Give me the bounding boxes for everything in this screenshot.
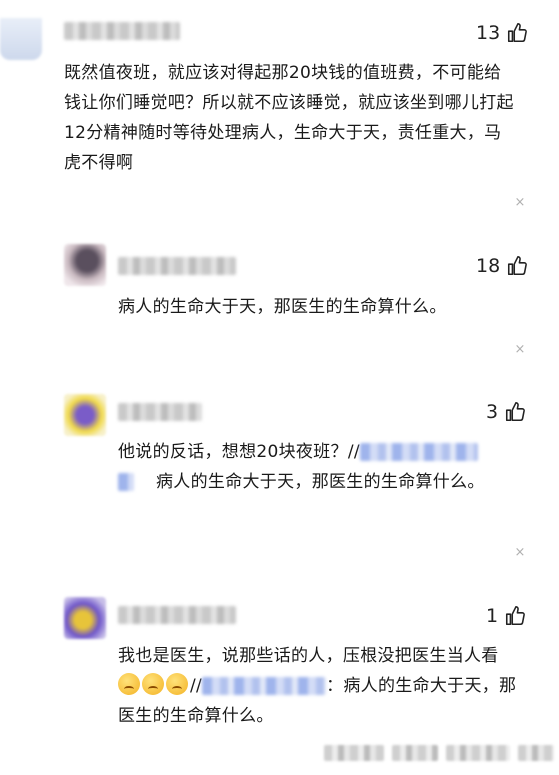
- comment-text-main: 我也是医生，说那些话的人，压根没把医生当人看: [118, 646, 499, 666]
- username-redacted[interactable]: [118, 403, 202, 421]
- thumbs-up-icon: [508, 23, 528, 43]
- pleading-face-emoji: [118, 673, 140, 695]
- comment-text: 既然值夜班，就应该对得起那20块钱的值班费，不可能给钱让你们睡觉吧？所以就不应该…: [64, 63, 514, 173]
- like-button[interactable]: 18: [476, 253, 528, 279]
- close-icon[interactable]: ×: [513, 545, 527, 560]
- redacted-block: [446, 745, 510, 761]
- pleading-face-emoji: [166, 673, 188, 695]
- mention-separator: //: [190, 676, 203, 696]
- like-button[interactable]: 1: [486, 603, 526, 629]
- mention-redacted[interactable]: [118, 473, 134, 491]
- redacted-block: [324, 745, 384, 761]
- mention-redacted[interactable]: [359, 443, 478, 461]
- like-button[interactable]: 13: [476, 20, 528, 46]
- comment-text: 我也是医生，说那些话的人，压根没把医生当人看//：病人的生命大于天，那医生的生命…: [118, 641, 522, 731]
- avatar[interactable]: [64, 597, 106, 639]
- comment-text: 他说的反话，想想20块夜班？// 病人的生命大于天，那医生的生命算什么。: [118, 437, 522, 497]
- close-icon[interactable]: ×: [513, 342, 527, 357]
- like-count: 3: [486, 401, 499, 423]
- thumbs-up-icon: [506, 402, 525, 422]
- redacted-block: [518, 745, 554, 761]
- redacted-block: [392, 745, 438, 761]
- username-redacted[interactable]: [118, 257, 236, 275]
- thumbs-up-icon: [506, 606, 525, 626]
- comment-text-main: 他说的反话，想想20块夜班？//: [118, 442, 360, 462]
- avatar[interactable]: [0, 18, 42, 60]
- comment-text: 病人的生命大于天，那医生的生命算什么。: [118, 297, 447, 317]
- close-icon[interactable]: ×: [513, 195, 527, 210]
- mention-redacted[interactable]: [202, 677, 327, 695]
- thumbs-up-icon: [508, 256, 528, 276]
- quoted-text: 病人的生命大于天，那医生的生命算什么。: [156, 472, 485, 492]
- like-count: 13: [476, 22, 501, 44]
- like-button[interactable]: 3: [486, 399, 526, 425]
- pleading-face-emoji: [142, 673, 164, 695]
- avatar[interactable]: [64, 244, 106, 286]
- username-redacted[interactable]: [118, 606, 236, 624]
- like-count: 1: [486, 605, 499, 627]
- like-count: 18: [476, 255, 501, 277]
- avatar[interactable]: [64, 394, 106, 436]
- username-redacted[interactable]: [64, 22, 180, 40]
